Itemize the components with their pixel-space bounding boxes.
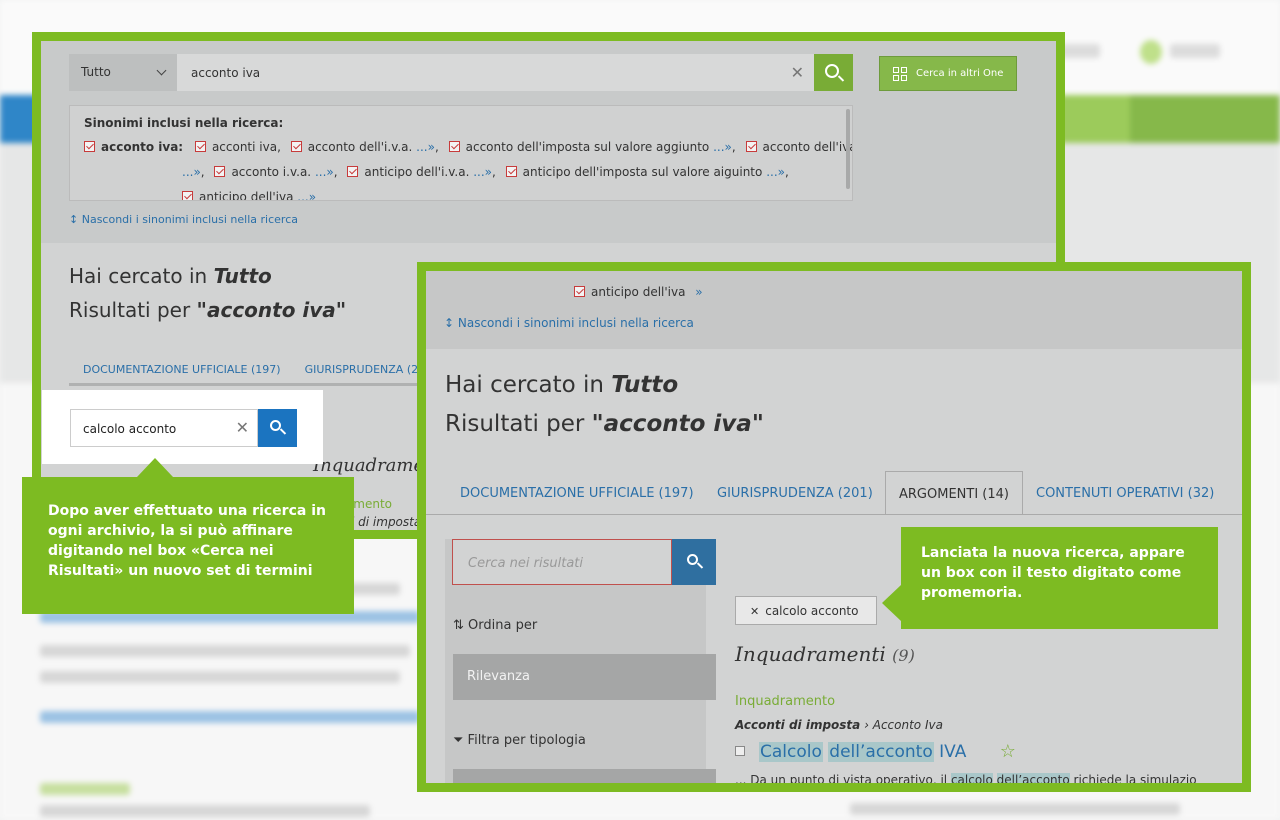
synonym-checkbox[interactable] — [194, 141, 206, 152]
synonym-checkbox[interactable] — [505, 166, 517, 177]
synonyms-title: Sinonimi inclusi nella ricerca: — [84, 116, 284, 130]
filter-label: ⏷ Filtra per tipologia — [453, 733, 586, 748]
tab-giurisprudenza[interactable]: GIURISPRUDENZA (2 — [305, 363, 419, 376]
synonym-more-link[interactable]: ...» — [713, 140, 732, 154]
synonym-item: anticipo dell'imposta sul valore aiguint… — [522, 165, 763, 179]
hide-synonyms-link[interactable]: ↕ Nascondi i sinonimi inclusi nella rice… — [444, 316, 694, 330]
bg-user-icon — [1140, 40, 1162, 64]
cerca-nei-risultati-input[interactable]: Cerca nei risultati — [452, 539, 672, 585]
chevron-down-icon — [156, 65, 167, 76]
search-input-value: acconto iva — [191, 66, 261, 80]
tab-documentazione[interactable]: DOCUMENTAZIONE UFFICIALE (197) — [83, 363, 281, 376]
result-checkbox[interactable] — [735, 746, 745, 756]
cerca-altri-one-button[interactable]: Cerca in altri One — [879, 56, 1017, 91]
tab-argomenti[interactable]: ARGOMENTI (14) — [885, 471, 1023, 515]
synonym-item: anticipo dell'iva — [199, 190, 294, 201]
annotation-refine-search: Dopo aver effettuato una ricerca in ogni… — [22, 458, 354, 614]
category-select[interactable]: Tutto — [69, 54, 177, 91]
filter-icon: ⏷ — [453, 733, 464, 748]
synonym-more-link[interactable]: ...» — [473, 165, 492, 179]
bg-link-line — [40, 711, 420, 723]
synonym-main-term: acconto iva: — [101, 140, 184, 154]
refine-search-value: calcolo acconto — [83, 422, 177, 436]
section-title: Inquadramenti (9) — [735, 642, 915, 666]
synonym-item: acconto i.v.a. — [231, 165, 312, 179]
star-icon[interactable]: ☆ — [1000, 741, 1016, 762]
bg-type-line — [40, 783, 130, 795]
synonym-item: anticipo dell'i.v.a. — [364, 165, 470, 179]
search-icon — [687, 554, 698, 565]
synonym-checkbox[interactable] — [448, 141, 460, 152]
search-term-chip[interactable]: ✕ calcolo acconto — [735, 596, 877, 625]
archive-tabs: DOCUMENTAZIONE UFFICIALE (197) GIURISPRUD… — [83, 363, 442, 376]
synonyms-box: Sinonimi inclusi nella ricerca: acconto … — [69, 105, 853, 201]
tab-documentazione[interactable]: DOCUMENTAZIONE UFFICIALE (197) — [460, 471, 694, 515]
bg-text-line — [40, 671, 400, 683]
synonym-checkbox[interactable] — [84, 141, 95, 152]
synonym-checkbox[interactable] — [290, 141, 302, 152]
search-icon — [825, 64, 839, 78]
search-placeholder: Cerca nei risultati — [468, 556, 584, 571]
tabs-underline — [426, 514, 1242, 515]
section-title-fragment: Inquadrame — [313, 455, 425, 476]
refine-search-button[interactable] — [258, 409, 297, 447]
synonym-more-link[interactable]: ...» — [182, 165, 201, 179]
synonym-more-link[interactable]: ...» — [315, 165, 334, 179]
search-summary: Hai cercato in Tutto Risultati per "acco… — [445, 372, 764, 437]
synonym-item: acconti iva, — [211, 140, 281, 154]
result-breadcrumb: Acconti di imposta › Acconto Iva — [735, 718, 943, 732]
sort-label: ⇅ Ordina per — [453, 618, 538, 633]
search-summary: Hai cercato in Tutto Risultati per "acco… — [69, 264, 347, 322]
search-input[interactable]: acconto iva ✕ — [177, 54, 814, 91]
grid-icon — [893, 67, 908, 82]
bg-text-line — [40, 805, 370, 817]
tab-contenuti-operativi[interactable]: CONTENUTI OPERATIVI (32) — [1036, 471, 1214, 515]
hide-synonyms-link[interactable]: ↕ Nascondi i sinonimi inclusi nella rice… — [69, 213, 298, 226]
search-button[interactable] — [814, 54, 853, 91]
synonym-checkbox[interactable] — [347, 166, 359, 177]
archive-tabs: DOCUMENTAZIONE UFFICIALE (197) GIURISPRU… — [426, 471, 1242, 515]
bg-header-link — [1170, 44, 1220, 58]
synonym-checkbox[interactable] — [574, 286, 585, 297]
synonym-fragment: anticipo dell'iva » — [574, 285, 703, 299]
filter-item-tutti[interactable]: Tutti 11 — [453, 769, 716, 792]
close-icon[interactable]: ✕ — [750, 605, 759, 618]
synonyms-row: ...», acconto i.v.a. ...», anticipo dell… — [182, 165, 789, 179]
synonym-item: acconto dell'i.v.a. — [307, 140, 413, 154]
result-type: Inquadramento — [735, 694, 836, 709]
synonym-more-link[interactable]: » — [695, 285, 702, 299]
sort-icon: ⇅ — [453, 618, 464, 633]
category-select-value: Tutto — [81, 65, 111, 79]
tabs-underline — [69, 383, 429, 386]
synonym-checkbox[interactable] — [745, 141, 757, 152]
result-crumb-fragment: i di imposta — [351, 515, 422, 529]
cerca-nei-risultati-button[interactable] — [672, 539, 716, 585]
synonym-item: acconto dell'iva — [762, 140, 853, 154]
cerca-altri-one-label: Cerca in altri One — [916, 68, 1004, 79]
synonym-checkbox[interactable] — [182, 191, 193, 200]
synonyms-row: anticipo dell'iva ...» — [182, 190, 316, 201]
bg-text-line — [40, 645, 410, 657]
synonym-more-link[interactable]: ...» — [766, 165, 785, 179]
synonym-item: acconto dell'imposta sul valore aggiunto — [465, 140, 710, 154]
synonyms-scrollbar[interactable] — [846, 109, 850, 189]
synonyms-area — [426, 271, 1242, 349]
refine-search-input[interactable]: calcolo acconto ✕ — [70, 409, 258, 447]
clear-icon[interactable]: ✕ — [791, 63, 804, 82]
bg-text-line — [850, 803, 1180, 815]
tab-giurisprudenza[interactable]: GIURISPRUDENZA (201) — [717, 471, 873, 515]
filter-count: 11 — [686, 782, 702, 792]
synonym-more-link[interactable]: ...» — [297, 190, 316, 200]
result-snippet: ... Da un punto di vista operativo, il c… — [735, 773, 1197, 787]
synonym-more-link[interactable]: ...» — [416, 140, 435, 154]
synonym-checkbox[interactable] — [214, 166, 226, 177]
clear-icon[interactable]: ✕ — [236, 418, 249, 437]
annotation-chip-reminder: Lanciata la nuova ricerca, appare un box… — [882, 527, 1218, 629]
sort-select[interactable]: Rilevanza — [453, 654, 716, 700]
result-title[interactable]: Calcolo dell’acconto IVA ☆ — [735, 741, 1016, 762]
synonyms-row: acconto iva: acconti iva, acconto dell'i… — [84, 140, 853, 154]
search-icon — [270, 420, 281, 431]
